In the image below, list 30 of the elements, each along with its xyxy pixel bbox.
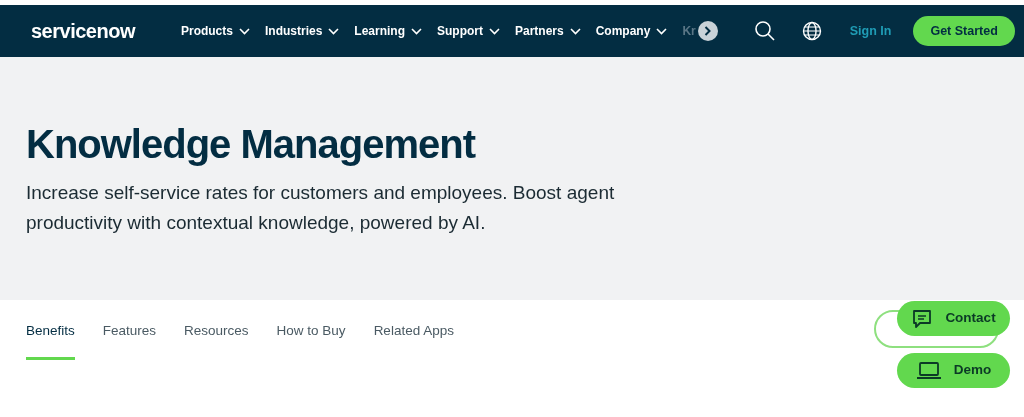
search-icon[interactable] bbox=[753, 20, 776, 42]
nav-menu-item[interactable]: Support bbox=[437, 22, 500, 40]
hero-title: Knowledge Management bbox=[26, 121, 477, 168]
section-tab[interactable]: Resources bbox=[184, 321, 249, 361]
floating-action-button[interactable]: Contact bbox=[897, 301, 1010, 336]
chat-icon bbox=[911, 307, 934, 330]
laptop-icon bbox=[915, 360, 942, 381]
chevron-down-icon bbox=[569, 27, 581, 35]
chevron-down-icon bbox=[411, 27, 422, 35]
nav-menu-item[interactable]: Learning bbox=[354, 22, 422, 40]
globe-icon[interactable] bbox=[801, 21, 822, 41]
nav-menu-item[interactable]: Partners bbox=[515, 22, 581, 40]
chevron-down-icon bbox=[656, 27, 668, 35]
scroll-right-button[interactable] bbox=[697, 21, 718, 41]
section-tab[interactable]: Related Apps bbox=[373, 321, 454, 361]
chevron-down-icon bbox=[328, 27, 340, 35]
section-tab[interactable]: How to Buy bbox=[276, 321, 346, 361]
get-started-button[interactable]: Get Started bbox=[913, 16, 1015, 46]
hero-subtitle: Increase self-service rates for customers and employees. Boost agent productivity with contextual knowledge, powered by AI. bbox=[26, 181, 616, 235]
nav-menu-item[interactable]: Company bbox=[595, 22, 668, 40]
section-tab[interactable]: Features bbox=[102, 321, 157, 361]
nav-menu-item[interactable]: Products bbox=[180, 22, 250, 40]
chevron-down-icon bbox=[238, 27, 250, 35]
logo[interactable]: servicenow bbox=[31, 16, 135, 46]
section-tab[interactable]: Benefits bbox=[26, 321, 75, 361]
nav-menu-item[interactable]: Industries bbox=[264, 22, 340, 40]
chevron-right-icon bbox=[704, 26, 712, 36]
sign-in-link[interactable]: Sign In bbox=[849, 21, 892, 41]
chevron-down-icon bbox=[489, 27, 500, 35]
floating-action-button[interactable]: Demo bbox=[897, 353, 1010, 388]
